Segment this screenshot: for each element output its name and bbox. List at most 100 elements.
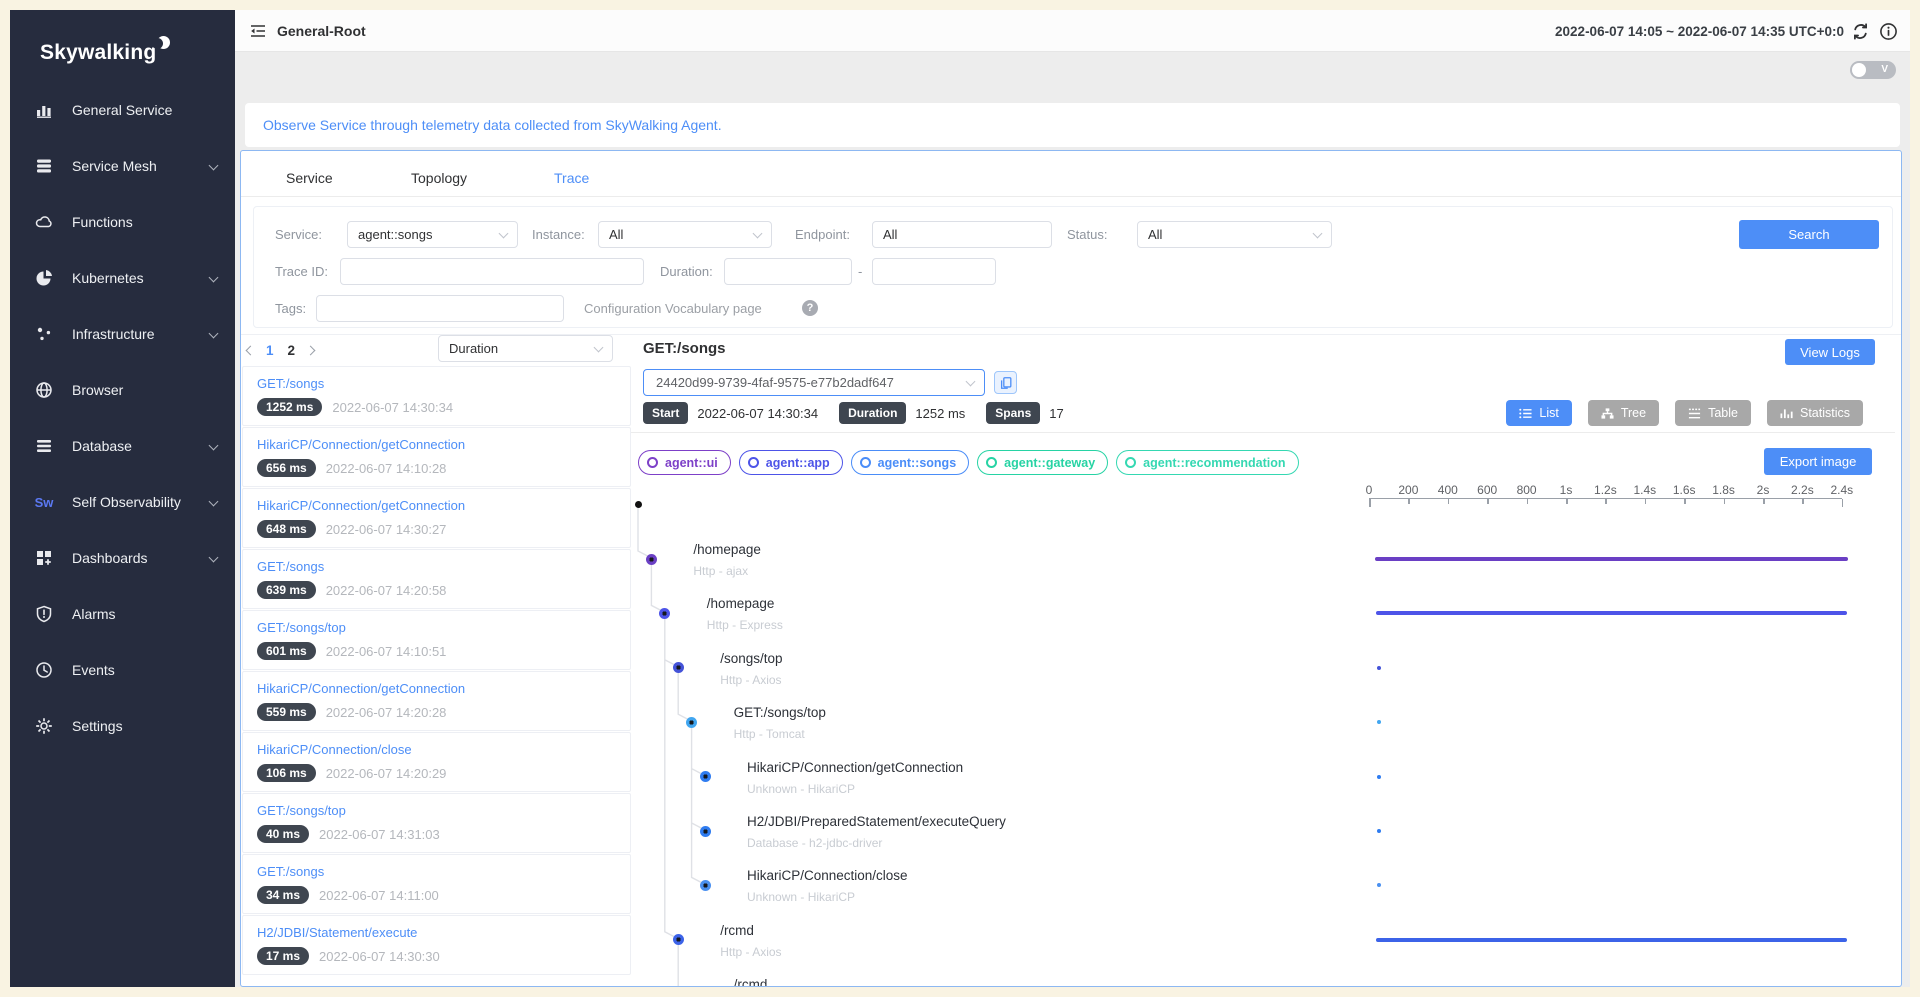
spans-badge: Spans xyxy=(986,402,1040,424)
sidebar-item-browser[interactable]: Browser xyxy=(10,362,235,418)
trace-list-item[interactable]: HikariCP/Connection/getConnection648 ms2… xyxy=(242,488,631,548)
span-duration-bar[interactable] xyxy=(1377,775,1381,779)
view-mode-tree[interactable]: Tree xyxy=(1588,400,1659,426)
trace-list-item[interactable]: GET:/songs/top601 ms2022-06-07 14:10:51 xyxy=(242,610,631,670)
tab-topology[interactable]: Topology xyxy=(411,170,467,186)
duration-min-input[interactable] xyxy=(724,258,852,285)
trace-list-item[interactable]: HikariCP/Connection/getConnection656 ms2… xyxy=(242,427,631,487)
help-icon[interactable]: ? xyxy=(802,300,818,316)
service-select[interactable]: agent::songs xyxy=(347,221,518,248)
trace-endpoint-name[interactable]: GET:/songs/top xyxy=(257,620,616,635)
span-dot[interactable] xyxy=(700,880,711,891)
span-dot[interactable] xyxy=(700,771,711,782)
sidebar-item-events[interactable]: Events xyxy=(10,642,235,698)
span-name[interactable]: HikariCP/Connection/close xyxy=(747,868,908,883)
trace-endpoint-name[interactable]: HikariCP/Connection/getConnection xyxy=(257,498,616,513)
page-number[interactable]: 1 xyxy=(266,343,274,358)
span-name[interactable]: /songs/top xyxy=(720,651,782,666)
service-chip[interactable]: agent::songs xyxy=(851,450,969,475)
vocabulary-link[interactable]: Configuration Vocabulary page xyxy=(584,295,762,322)
time-range-picker[interactable]: 2022-06-07 14:05 ~ 2022-06-07 14:35 UTC+… xyxy=(1555,24,1844,39)
trace-endpoint-name[interactable]: GET:/songs/top xyxy=(257,803,616,818)
trace-list-item[interactable]: HikariCP/Connection/getConnection559 ms2… xyxy=(242,671,631,731)
sidebar-item-label: Settings xyxy=(72,718,123,734)
span-dot[interactable] xyxy=(673,662,684,673)
span-name[interactable]: HikariCP/Connection/getConnection xyxy=(747,760,963,775)
view-mode-list[interactable]: List xyxy=(1506,400,1571,426)
page-number[interactable]: 2 xyxy=(288,343,296,358)
tags-input[interactable] xyxy=(316,295,564,322)
version-toggle[interactable]: V xyxy=(1850,61,1896,79)
span-duration-bar[interactable] xyxy=(1376,938,1847,942)
sidebar-item-settings[interactable]: Settings xyxy=(10,698,235,754)
span-duration-bar[interactable] xyxy=(1376,611,1847,615)
trace-list-item[interactable]: GET:/songs/top40 ms2022-06-07 14:31:03 xyxy=(242,793,631,853)
trace-list-item[interactable]: GET:/songs34 ms2022-06-07 14:11:00 xyxy=(242,854,631,914)
trace-endpoint-name[interactable]: GET:/songs xyxy=(257,559,616,574)
trace-endpoint-name[interactable]: GET:/songs xyxy=(257,376,616,391)
view-mode-statistics[interactable]: Statistics xyxy=(1767,400,1863,426)
trace-id-input[interactable] xyxy=(340,258,644,285)
view-mode-label: Tree xyxy=(1621,406,1646,420)
axis-tick-mark xyxy=(1645,499,1647,504)
span-name[interactable]: /homepage xyxy=(693,542,761,557)
sidebar-item-self-observability[interactable]: SwSelf Observability xyxy=(10,474,235,530)
trace-endpoint-name[interactable]: H2/JDBI/Statement/execute xyxy=(257,925,616,940)
span-dot[interactable] xyxy=(686,717,697,728)
skywalking-logo[interactable]: Skywalking xyxy=(40,36,170,65)
duration-max-input[interactable] xyxy=(872,258,996,285)
span-name[interactable]: /homepage xyxy=(707,596,775,611)
span-duration-bar[interactable] xyxy=(1377,666,1381,670)
span-name[interactable]: /rcmd xyxy=(720,923,754,938)
trace-list-item[interactable]: H2/JDBI/Statement/execute17 ms2022-06-07… xyxy=(242,915,631,975)
span-dot[interactable] xyxy=(646,554,657,565)
service-chip[interactable]: agent::gateway xyxy=(977,450,1108,475)
service-chip[interactable]: agent::recommendation xyxy=(1116,450,1298,475)
sidebar-item-dashboards[interactable]: Dashboards xyxy=(10,530,235,586)
search-button[interactable]: Search xyxy=(1739,220,1879,249)
next-page-icon[interactable] xyxy=(306,346,316,356)
span-duration-bar[interactable] xyxy=(1377,829,1381,833)
sw-icon: Sw xyxy=(34,492,54,512)
collapse-menu-icon[interactable] xyxy=(249,22,267,40)
instance-select[interactable]: All xyxy=(598,221,772,248)
span-name[interactable]: GET:/songs/top xyxy=(734,705,826,720)
trace-id-select[interactable]: 24420d99-9739-4faf-9575-e77b2dadf647 xyxy=(643,369,985,396)
view-mode-table[interactable]: Table xyxy=(1675,400,1751,426)
service-chip[interactable]: agent::app xyxy=(739,450,843,475)
prev-page-icon[interactable] xyxy=(246,346,256,356)
trace-endpoint-name[interactable]: HikariCP/Connection/close xyxy=(257,742,616,757)
sidebar-item-functions[interactable]: Functions xyxy=(10,194,235,250)
copy-trace-id-button[interactable] xyxy=(994,371,1017,394)
span-duration-bar[interactable] xyxy=(1377,720,1381,724)
page-numbers: 12 xyxy=(266,343,295,358)
export-image-button[interactable]: Export image xyxy=(1764,448,1872,475)
trace-endpoint-name[interactable]: HikariCP/Connection/getConnection xyxy=(257,437,616,452)
tab-trace[interactable]: Trace xyxy=(554,170,589,186)
status-select[interactable]: All xyxy=(1137,221,1332,248)
trace-list-item[interactable]: HikariCP/Connection/close106 ms2022-06-0… xyxy=(242,732,631,792)
span-dot[interactable] xyxy=(673,934,684,945)
sidebar-item-database[interactable]: Database xyxy=(10,418,235,474)
span-duration-bar[interactable] xyxy=(1375,557,1848,561)
sort-select[interactable]: Duration xyxy=(438,335,613,362)
refresh-icon[interactable] xyxy=(1851,22,1870,41)
tab-service[interactable]: Service xyxy=(286,170,333,186)
service-chip[interactable]: agent::ui xyxy=(638,450,731,475)
sidebar-item-kubernetes[interactable]: Kubernetes xyxy=(10,250,235,306)
sidebar-item-label: General Service xyxy=(72,102,172,118)
sidebar-item-general-service[interactable]: General Service xyxy=(10,82,235,138)
sidebar-item-alarms[interactable]: Alarms xyxy=(10,586,235,642)
view-logs-button[interactable]: View Logs xyxy=(1785,339,1875,365)
info-icon[interactable] xyxy=(1879,22,1898,41)
trace-endpoint-name[interactable]: GET:/songs xyxy=(257,864,616,879)
trace-list-item[interactable]: GET:/songs1252 ms2022-06-07 14:30:34 xyxy=(242,366,631,426)
sidebar-item-service-mesh[interactable]: Service Mesh xyxy=(10,138,235,194)
trace-endpoint-name[interactable]: HikariCP/Connection/getConnection xyxy=(257,681,616,696)
sidebar-item-infrastructure[interactable]: Infrastructure xyxy=(10,306,235,362)
span-dot[interactable] xyxy=(700,826,711,837)
span-name[interactable]: /rcmd xyxy=(734,977,768,987)
endpoint-input[interactable] xyxy=(872,221,1052,248)
trace-list-item[interactable]: GET:/songs639 ms2022-06-07 14:20:58 xyxy=(242,549,631,609)
span-name[interactable]: H2/JDBI/PreparedStatement/executeQuery xyxy=(747,814,1006,829)
